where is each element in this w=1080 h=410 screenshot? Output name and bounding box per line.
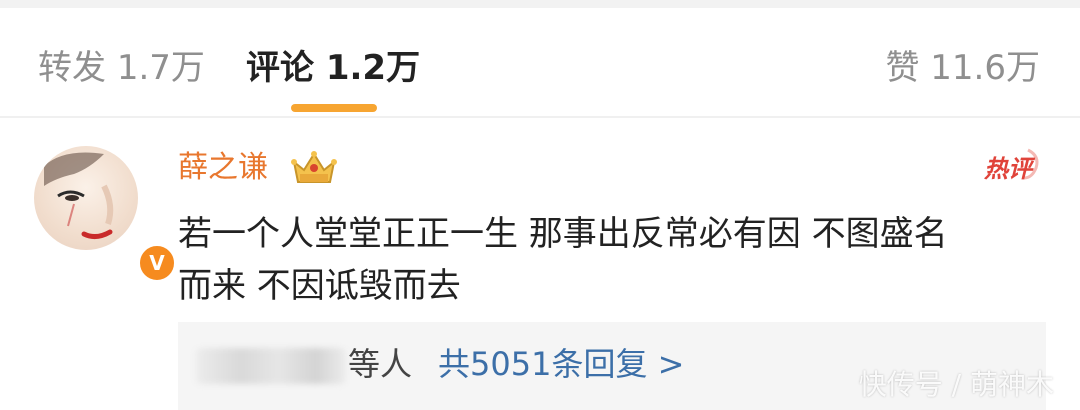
watermark: 快传号 / 萌神木	[858, 368, 1054, 401]
tab-like-label: 赞	[885, 48, 920, 88]
hot-comment-icon: 热评	[983, 148, 1039, 183]
hot-comment-label: 热评	[983, 155, 1036, 183]
username[interactable]: 薛之谦	[178, 148, 268, 188]
comment-text: 若一个人堂堂正正一生 那事出反常必有因 不图盛名 而来 不因诋毁而去	[178, 208, 1048, 312]
tab-comment-label: 评论	[246, 48, 314, 88]
top-separator	[0, 0, 1080, 8]
tab-repost-label: 转发	[38, 48, 106, 88]
tab-comment[interactable]: 评论 1.2万	[246, 48, 420, 88]
blurred-replier-names	[196, 348, 346, 384]
view-replies-link[interactable]: 共5051条回复 >	[438, 344, 684, 384]
comment-text-line: 而来 不因诋毁而去	[178, 266, 461, 306]
active-tab-indicator	[291, 104, 377, 112]
tab-comment-count: 1.2万	[325, 48, 421, 88]
verified-icon: V	[136, 242, 178, 284]
avatar[interactable]: V	[34, 146, 178, 284]
crown-icon	[291, 151, 337, 183]
reply-suffix: 等人	[348, 345, 413, 383]
comment-text-line: 若一个人堂堂正正一生 那事出反常必有因 不图盛名	[178, 214, 948, 254]
tab-repost[interactable]: 转发 1.7万	[38, 48, 205, 88]
post-tabs: 转发 1.7万 评论 1.2万 赞 11.6万	[0, 8, 1080, 116]
comment-item: V 薛之谦 热评 若一个人堂堂正正一生 那事出反常必有因 不图盛名 而来 不因诋…	[0, 118, 1080, 410]
avatar-image	[34, 146, 138, 250]
tab-like-count: 11.6万	[930, 48, 1040, 88]
tab-repost-count: 1.7万	[116, 48, 205, 88]
tab-like[interactable]: 赞 11.6万	[885, 48, 1040, 88]
